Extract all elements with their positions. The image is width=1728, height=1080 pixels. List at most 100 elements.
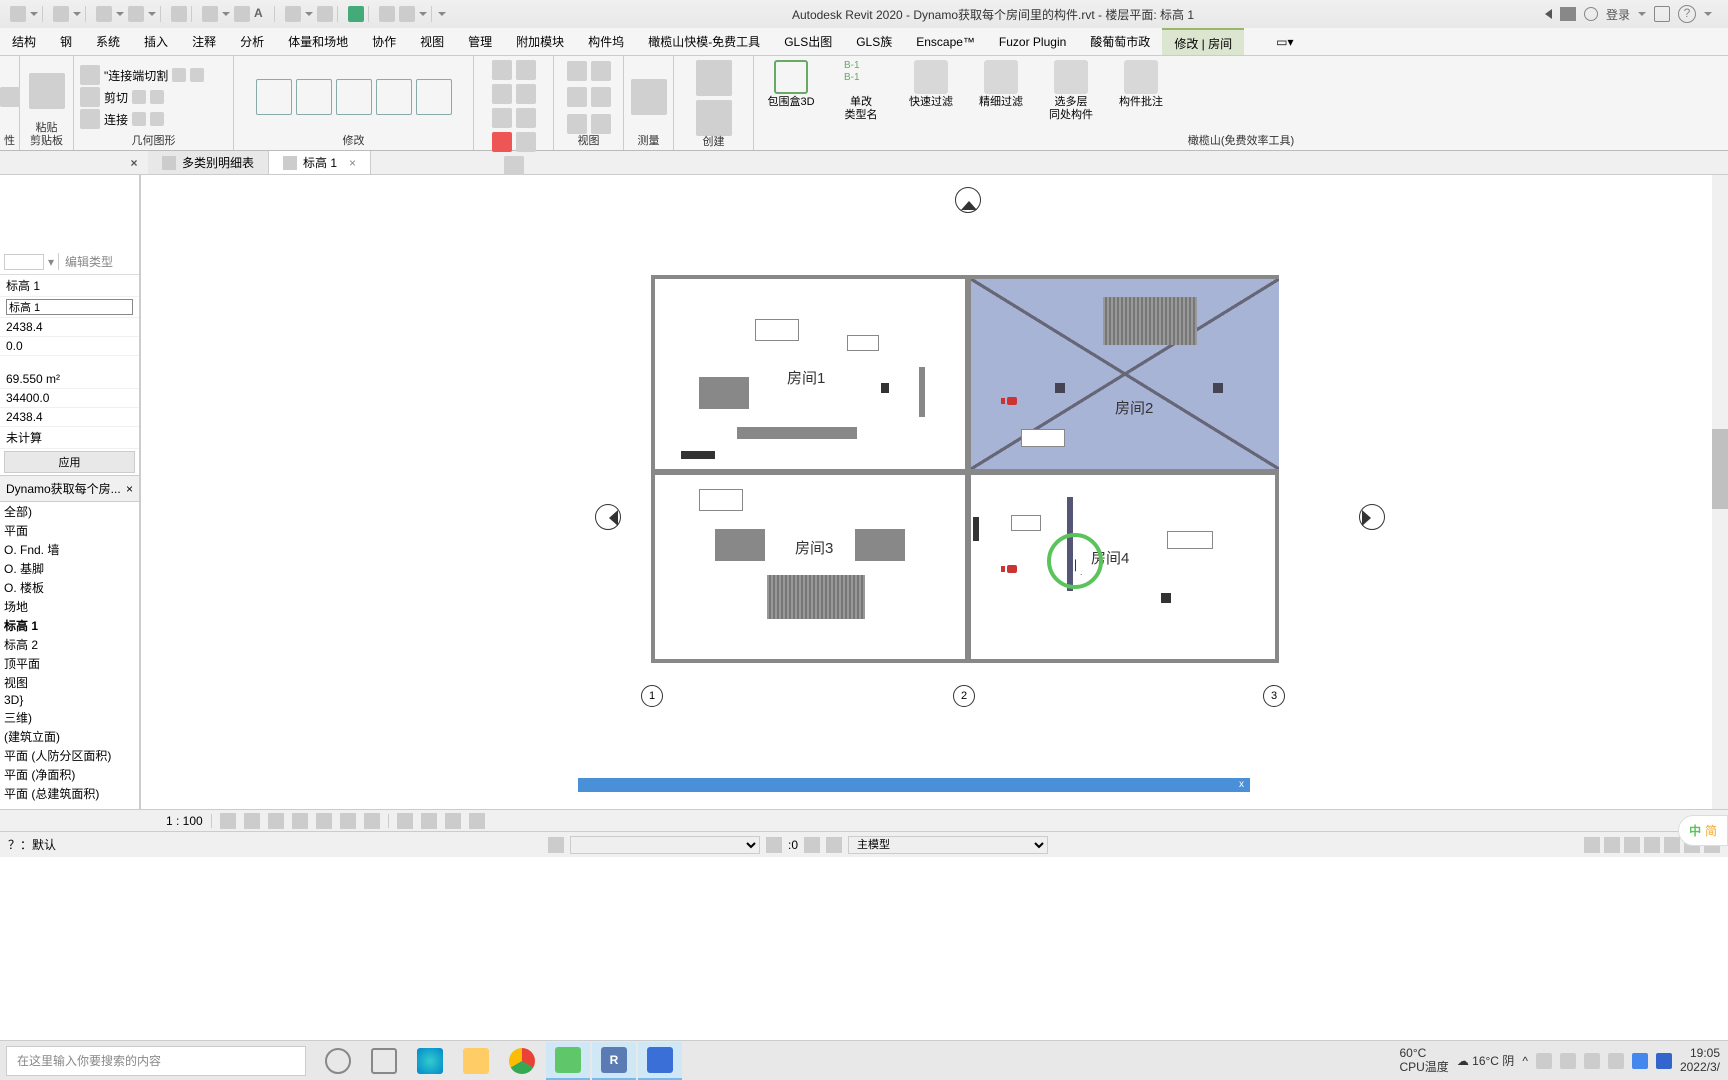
- chrome-icon[interactable]: [500, 1042, 544, 1080]
- view2-icon[interactable]: [591, 61, 611, 81]
- view5-icon[interactable]: [567, 114, 587, 134]
- opt1-icon[interactable]: [172, 68, 186, 82]
- prop-row[interactable]: [0, 297, 139, 318]
- tab-fuzor[interactable]: Fuzor Plugin: [987, 28, 1078, 55]
- single-type-button[interactable]: B-1B-1单改 类型名: [836, 60, 886, 146]
- close-tab-icon[interactable]: ×: [349, 156, 356, 170]
- grid-bubble[interactable]: 3: [1263, 685, 1285, 707]
- furniture[interactable]: [1021, 429, 1065, 447]
- progress-close-icon[interactable]: x: [1239, 779, 1244, 790]
- hide-icon[interactable]: [397, 813, 413, 829]
- workset-select[interactable]: [570, 836, 760, 854]
- tab-mass[interactable]: 体量和场地: [276, 28, 360, 55]
- elevation-marker-west[interactable]: [595, 504, 621, 530]
- section-icon[interactable]: [317, 6, 333, 22]
- pin-icon[interactable]: [492, 108, 512, 128]
- furniture[interactable]: [737, 427, 857, 439]
- furniture[interactable]: [1167, 531, 1213, 549]
- list-item[interactable]: 平面: [0, 521, 139, 540]
- measure-icon[interactable]: [202, 6, 218, 22]
- list-item[interactable]: 3D}: [0, 692, 139, 708]
- wechat-icon[interactable]: [546, 1042, 590, 1080]
- main-model-select[interactable]: 主模型: [848, 836, 1048, 854]
- view3-icon[interactable]: [567, 87, 587, 107]
- save-icon[interactable]: [53, 6, 69, 22]
- temp-hide-icon[interactable]: [445, 813, 461, 829]
- list-item[interactable]: 视图: [0, 673, 139, 692]
- furniture[interactable]: [767, 575, 865, 619]
- del-icon[interactable]: [492, 132, 512, 152]
- multi-floor-button[interactable]: 选多层 同处构件: [1046, 60, 1096, 146]
- furniture[interactable]: [1161, 593, 1171, 603]
- furniture[interactable]: [847, 335, 879, 351]
- furniture[interactable]: [715, 529, 765, 561]
- tab-modify-room[interactable]: 修改 | 房间: [1162, 28, 1244, 55]
- windows-search[interactable]: 在这里输入你要搜索的内容: [6, 1046, 306, 1076]
- tray-icon3[interactable]: [1656, 1053, 1672, 1069]
- wifi-icon[interactable]: [1560, 1053, 1576, 1069]
- tab-analyze[interactable]: 分析: [228, 28, 276, 55]
- grp-icon[interactable]: [516, 132, 536, 152]
- nav-prev-icon[interactable]: [1540, 9, 1552, 19]
- tab-addins[interactable]: 附加模块: [504, 28, 576, 55]
- crop-icon[interactable]: [340, 813, 356, 829]
- furniture[interactable]: [1011, 515, 1041, 531]
- measure-tool-icon[interactable]: [631, 79, 667, 115]
- edge-icon[interactable]: [408, 1042, 452, 1080]
- weather-widget[interactable]: ☁ 16°C 阴: [1457, 1052, 1515, 1069]
- cpu-temp[interactable]: 60°CCPU温度: [1399, 1047, 1448, 1073]
- trim-icon[interactable]: [416, 79, 452, 115]
- furniture[interactable]: [1055, 383, 1065, 393]
- opt4-icon[interactable]: [150, 90, 164, 104]
- cortana-icon[interactable]: [316, 1042, 360, 1080]
- approve-button[interactable]: 构件批注: [1116, 60, 1166, 146]
- furniture[interactable]: [755, 319, 799, 341]
- scrollbar[interactable]: [1712, 175, 1728, 809]
- tab-gls2[interactable]: GLS族: [844, 28, 904, 55]
- browser-close-icon[interactable]: ×: [126, 482, 133, 496]
- list-item[interactable]: 场地: [0, 597, 139, 616]
- edit-type-button[interactable]: 编辑类型: [58, 253, 113, 270]
- cart-icon[interactable]: [1654, 6, 1670, 22]
- apply-button[interactable]: 应用: [4, 451, 135, 473]
- tab-annotate[interactable]: 注释: [180, 28, 228, 55]
- sync-icon[interactable]: [379, 6, 395, 22]
- tray-icon[interactable]: [1536, 1053, 1552, 1069]
- create2-icon[interactable]: [696, 100, 732, 136]
- mirror-icon[interactable]: [376, 79, 412, 115]
- render-icon[interactable]: [316, 813, 332, 829]
- 3d-icon[interactable]: [285, 6, 301, 22]
- furniture[interactable]: [681, 451, 715, 459]
- toggle-icon[interactable]: [348, 6, 364, 22]
- camera-icon[interactable]: [1007, 397, 1017, 405]
- project-browser[interactable]: 全部) 平面 O. Fnd. 墙 O. 基脚 O. 楼板 场地 标高 1 标高 …: [0, 502, 139, 809]
- furniture[interactable]: [855, 529, 905, 561]
- select-face-icon[interactable]: [1644, 837, 1660, 853]
- furniture[interactable]: [699, 489, 743, 511]
- list-item[interactable]: 顶平面: [0, 654, 139, 673]
- select-link-icon[interactable]: [1604, 837, 1620, 853]
- search-icon[interactable]: [1560, 7, 1576, 21]
- shadows-icon[interactable]: [292, 813, 308, 829]
- cutend-icon[interactable]: [80, 65, 100, 85]
- type-selector[interactable]: [4, 254, 44, 270]
- ungrp-icon[interactable]: [504, 156, 524, 176]
- furniture[interactable]: [699, 377, 749, 409]
- list-item[interactable]: O. 楼板: [0, 578, 139, 597]
- select-pin-icon[interactable]: [1584, 837, 1600, 853]
- list-item[interactable]: 全部): [0, 502, 139, 521]
- grid-bubble[interactable]: 2: [953, 685, 975, 707]
- align-icon2[interactable]: [516, 60, 536, 80]
- list-item[interactable]: 平面 (总建筑面积): [0, 784, 139, 803]
- view1-icon[interactable]: [567, 61, 587, 81]
- opt5-icon[interactable]: [132, 112, 146, 126]
- user-icon[interactable]: [1584, 7, 1598, 21]
- align-icon[interactable]: [234, 6, 250, 22]
- modify-tool-icon[interactable]: [0, 87, 20, 107]
- revit-icon[interactable]: R: [592, 1042, 636, 1080]
- opt6-icon[interactable]: [150, 112, 164, 126]
- camera-icon[interactable]: [1007, 565, 1017, 573]
- tab-enscape[interactable]: Enscape™: [904, 28, 987, 55]
- grid-bubble[interactable]: 1: [641, 685, 663, 707]
- coords-icon[interactable]: [766, 837, 782, 853]
